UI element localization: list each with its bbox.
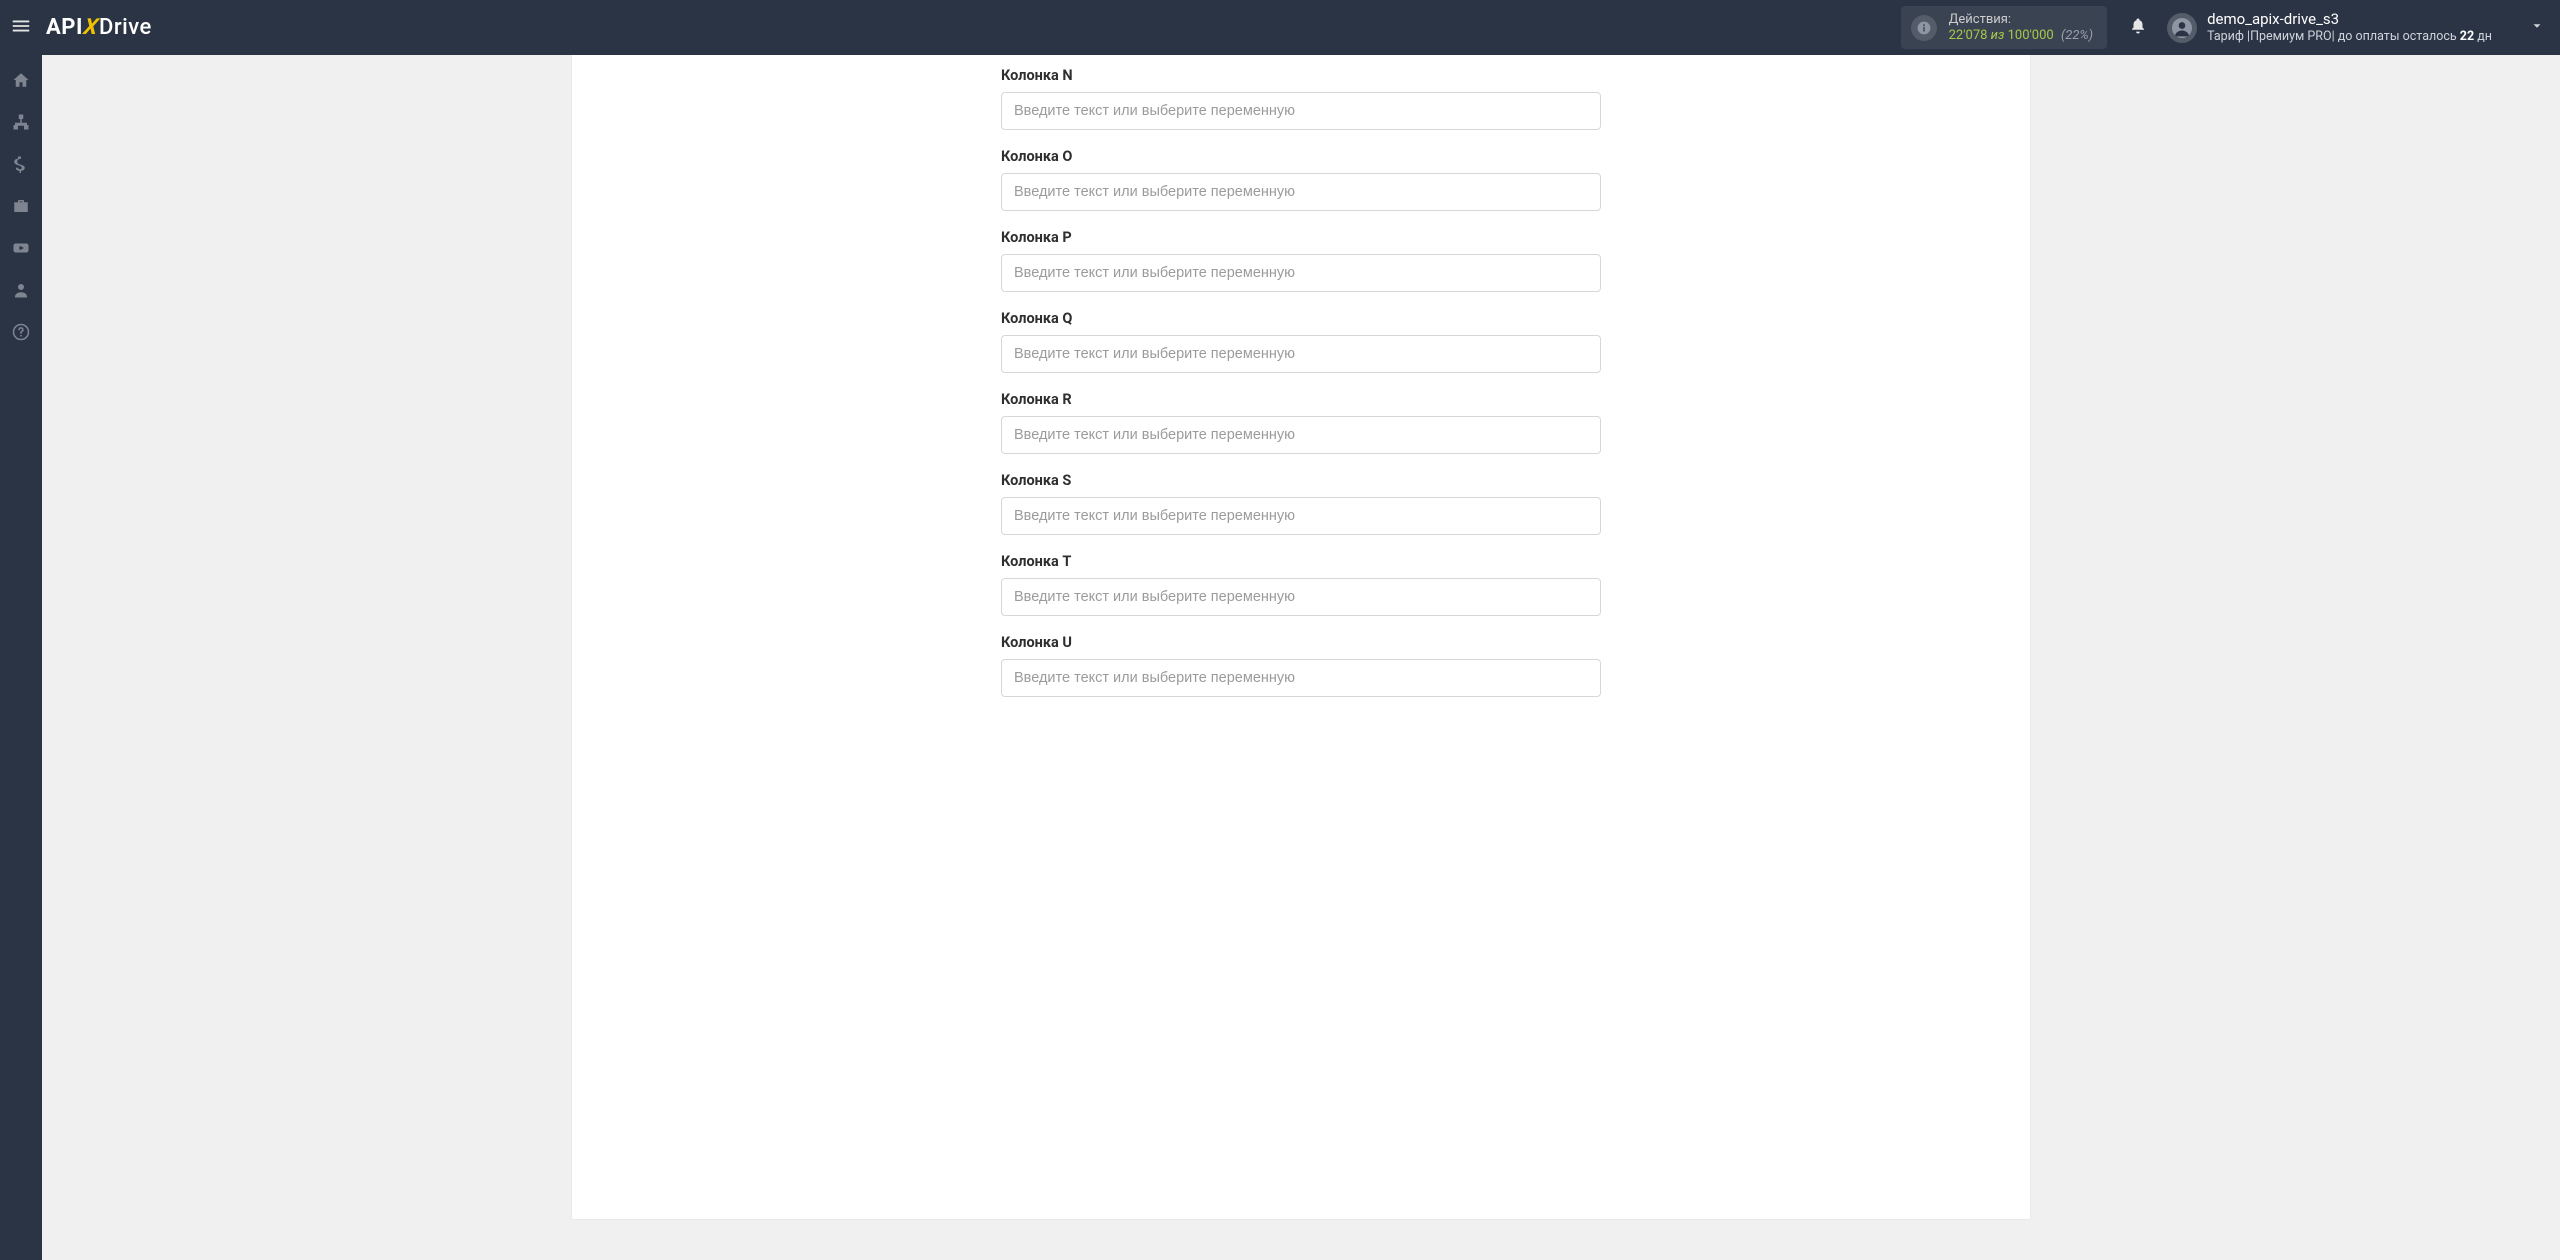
sidebar-item-workspace[interactable] xyxy=(0,187,42,229)
brand-part3: Drive xyxy=(99,15,152,40)
briefcase-icon xyxy=(12,197,30,219)
field-input-s[interactable] xyxy=(1001,497,1601,535)
field-input-u[interactable] xyxy=(1001,659,1601,697)
menu-icon xyxy=(10,15,32,41)
user-tariff: Тариф |Премиум PRO| до оплаты осталось 2… xyxy=(2207,29,2492,45)
field-input-t[interactable] xyxy=(1001,578,1601,616)
tariff-prefix: Тариф |Премиум PRO| до оплаты осталось xyxy=(2207,29,2460,44)
field-block-p: Колонка P xyxy=(1001,229,1601,292)
tariff-suffix: дн xyxy=(2474,29,2492,44)
usage-total: 100'000 xyxy=(2008,28,2054,43)
home-icon xyxy=(12,71,30,93)
field-label-u: Колонка U xyxy=(1001,634,1601,651)
sitemap-icon xyxy=(12,113,30,135)
usage-values: 22'078 из 100'000 (22%) xyxy=(1949,28,2093,44)
menu-toggle[interactable] xyxy=(0,0,42,55)
field-label-r: Колонка R xyxy=(1001,391,1601,408)
dollar-icon xyxy=(12,155,30,177)
topbar: API X Drive Действия: 22'078 из 100'000 … xyxy=(0,0,2560,55)
field-block-u: Колонка U xyxy=(1001,634,1601,697)
help-icon xyxy=(12,323,30,345)
user-name: demo_apix-drive_s3 xyxy=(2207,10,2492,29)
field-block-o: Колонка O xyxy=(1001,148,1601,211)
field-label-o: Колонка O xyxy=(1001,148,1601,165)
field-input-o[interactable] xyxy=(1001,173,1601,211)
usage-sep: из xyxy=(1991,28,2005,43)
field-label-t: Колонка T xyxy=(1001,553,1601,570)
main-canvas[interactable]: Колонка N Колонка O Колонка P Колонка Q Коло… xyxy=(42,55,2560,1260)
field-block-n: Колонка N xyxy=(1001,67,1601,130)
field-input-q[interactable] xyxy=(1001,335,1601,373)
sidebar-item-video[interactable] xyxy=(0,229,42,271)
field-block-q: Колонка Q xyxy=(1001,310,1601,373)
user-menu-chevron[interactable] xyxy=(2522,13,2552,43)
sidebar-item-home[interactable] xyxy=(0,61,42,103)
field-label-n: Колонка N xyxy=(1001,67,1601,84)
usage-pct: (22%) xyxy=(2061,28,2093,43)
form-area: Колонка N Колонка O Колонка P Колонка Q Коло… xyxy=(1001,67,1601,697)
avatar xyxy=(2167,13,2197,43)
user-info: demo_apix-drive_s3 Тариф |Премиум PRO| д… xyxy=(2207,10,2492,44)
user-menu[interactable]: demo_apix-drive_s3 Тариф |Премиум PRO| д… xyxy=(2167,10,2522,44)
sidebar-item-account[interactable] xyxy=(0,271,42,313)
chevron-down-icon xyxy=(2530,18,2544,37)
sidebar-item-billing[interactable] xyxy=(0,145,42,187)
field-block-s: Колонка S xyxy=(1001,472,1601,535)
sidebar-rail xyxy=(0,55,42,1260)
youtube-icon xyxy=(12,239,30,261)
field-block-r: Колонка R xyxy=(1001,391,1601,454)
usage-used: 22'078 xyxy=(1949,28,1988,43)
info-icon xyxy=(1911,15,1937,41)
shell: Колонка N Колонка O Колонка P Колонка Q Коло… xyxy=(0,55,2560,1260)
usage-text: Действия: 22'078 из 100'000 (22%) xyxy=(1949,12,2093,43)
field-label-p: Колонка P xyxy=(1001,229,1601,246)
brand-part1: API xyxy=(46,15,83,40)
field-input-p[interactable] xyxy=(1001,254,1601,292)
field-input-n[interactable] xyxy=(1001,92,1601,130)
brand-logo[interactable]: API X Drive xyxy=(46,15,152,40)
bell-icon xyxy=(2129,17,2147,39)
field-label-s: Колонка S xyxy=(1001,472,1601,489)
usage-label: Действия: xyxy=(1949,12,2093,28)
sidebar-item-help[interactable] xyxy=(0,313,42,355)
field-block-t: Колонка T xyxy=(1001,553,1601,616)
field-input-r[interactable] xyxy=(1001,416,1601,454)
field-label-q: Колонка Q xyxy=(1001,310,1601,327)
form-sheet: Колонка N Колонка O Колонка P Колонка Q Коло… xyxy=(571,55,2031,1220)
user-icon xyxy=(12,281,30,303)
sidebar-item-connections[interactable] xyxy=(0,103,42,145)
tariff-days: 22 xyxy=(2460,29,2474,44)
usage-box[interactable]: Действия: 22'078 из 100'000 (22%) xyxy=(1901,6,2107,49)
notifications-button[interactable] xyxy=(2121,11,2155,45)
